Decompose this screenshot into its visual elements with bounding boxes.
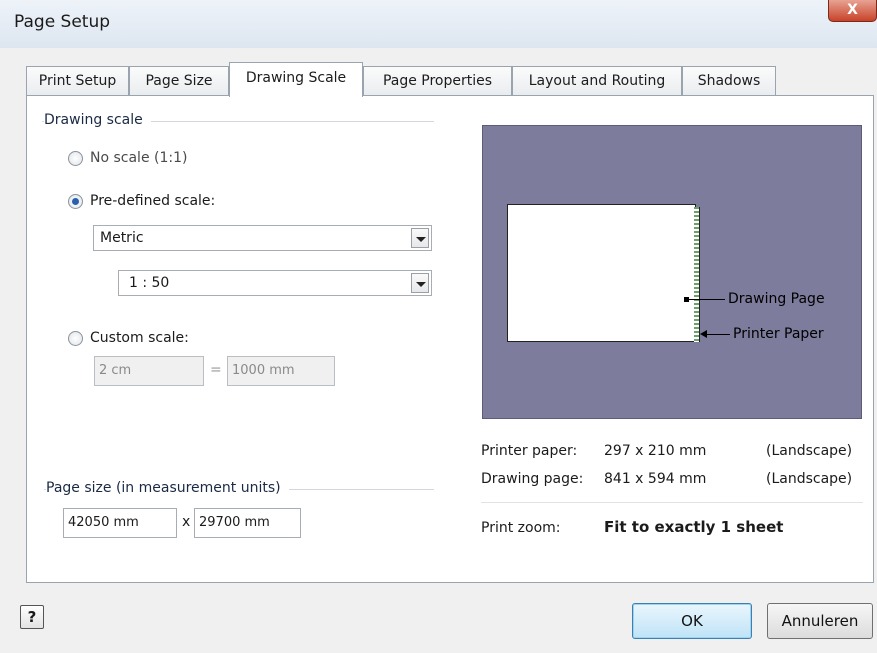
- drawing-page-orientation: (Landscape): [766, 471, 853, 487]
- help-button[interactable]: ?: [20, 605, 44, 629]
- custom-scale-label: Custom scale:: [90, 330, 189, 346]
- predefined-scale-radio[interactable]: [68, 193, 83, 209]
- drawing-scale-group-label: Drawing scale: [44, 112, 151, 128]
- no-scale-radio[interactable]: [68, 150, 83, 166]
- tab-shadows[interactable]: Shadows: [682, 66, 776, 96]
- printer-paper-orientation: (Landscape): [766, 443, 853, 459]
- tab-strip: Print Setup Page Size Drawing Scale Page…: [26, 62, 846, 97]
- close-button[interactable]: X: [828, 0, 877, 22]
- custom-scale-equals: =: [210, 362, 222, 378]
- cancel-button[interactable]: Annuleren: [767, 603, 873, 639]
- tab-layout-and-routing[interactable]: Layout and Routing: [512, 66, 682, 96]
- printer-paper-leader: [706, 334, 730, 335]
- scale-category-select[interactable]: Metric: [93, 225, 432, 251]
- ok-button[interactable]: OK: [632, 603, 752, 639]
- tab-page-properties[interactable]: Page Properties: [363, 66, 512, 96]
- predefined-scale-label: Pre-defined scale:: [90, 193, 216, 209]
- print-zoom-value: Fit to exactly 1 sheet: [604, 518, 784, 536]
- printer-paper-info-label: Printer paper:: [481, 443, 578, 459]
- scale-ratio-select[interactable]: 1 : 50: [118, 270, 432, 296]
- no-scale-label: No scale (1:1): [90, 150, 188, 166]
- page-setup-dialog: Page Setup X Print Setup Page Size Drawi…: [0, 0, 877, 653]
- drawing-page-shape: [507, 204, 696, 342]
- info-separator: [481, 502, 863, 503]
- page-size-times: x: [182, 514, 191, 530]
- tab-drawing-scale[interactable]: Drawing Scale: [229, 62, 363, 97]
- page-height-field[interactable]: 29700 mm: [194, 508, 301, 538]
- chevron-down-icon[interactable]: [411, 273, 429, 293]
- custom-scale-option[interactable]: Custom scale:: [68, 330, 189, 346]
- page-width-field[interactable]: 42050 mm: [63, 508, 177, 538]
- drawing-page-leader: [689, 299, 725, 300]
- window-title: Page Setup: [14, 12, 111, 32]
- printer-paper-edge: [694, 207, 700, 342]
- custom-scale-left-field[interactable]: 2 cm: [94, 356, 204, 386]
- custom-scale-right-field[interactable]: 1000 mm: [227, 356, 335, 386]
- custom-scale-radio[interactable]: [68, 330, 83, 346]
- tab-page-size[interactable]: Page Size: [129, 66, 229, 96]
- no-scale-option[interactable]: No scale (1:1): [68, 150, 187, 166]
- scale-category-value: Metric: [100, 230, 144, 246]
- scale-ratio-value: 1 : 50: [129, 275, 170, 291]
- drawing-page-info-label: Drawing page:: [481, 471, 584, 487]
- page-size-group-label: Page size (in measurement units): [46, 480, 289, 496]
- printer-paper-label: Printer Paper: [733, 326, 824, 342]
- title-bar: Page Setup X: [0, 0, 877, 48]
- print-zoom-label: Print zoom:: [481, 520, 561, 536]
- drawing-page-label: Drawing Page: [728, 291, 825, 307]
- predefined-scale-option[interactable]: Pre-defined scale:: [68, 193, 215, 209]
- printer-paper-info-value: 297 x 210 mm: [604, 443, 707, 459]
- chevron-down-icon[interactable]: [411, 228, 429, 248]
- tab-print-setup[interactable]: Print Setup: [26, 66, 129, 96]
- drawing-page-info-value: 841 x 594 mm: [604, 471, 707, 487]
